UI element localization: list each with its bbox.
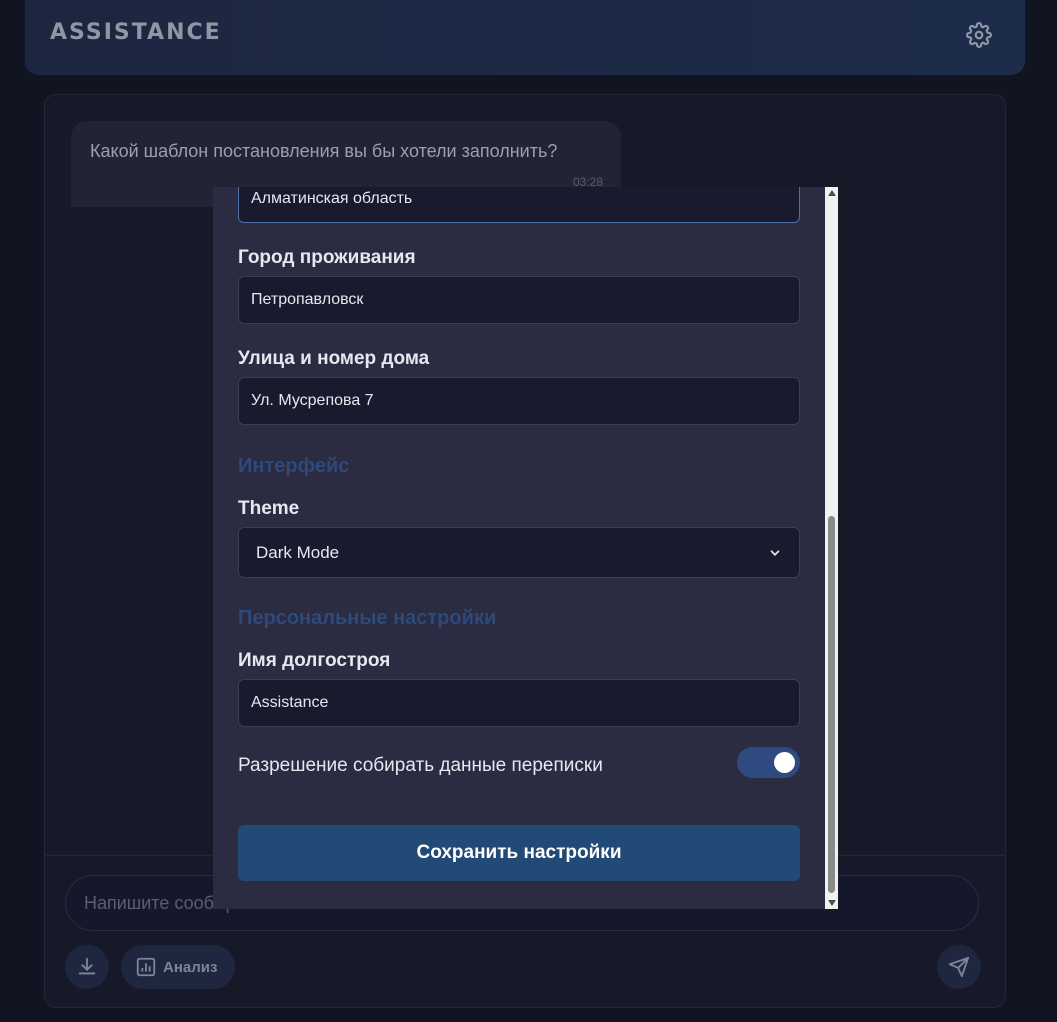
save-settings-button[interactable]: Сохранить настройки — [238, 825, 800, 881]
analysis-label: Анализ — [163, 958, 218, 976]
theme-select[interactable]: Dark Mode — [238, 527, 800, 578]
message-text: Какой шаблон постановления вы бы хотели … — [90, 141, 558, 161]
download-button[interactable] — [65, 945, 109, 989]
consent-label: Разрешение собирать данные переписки — [238, 755, 603, 776]
send-icon — [948, 956, 970, 978]
scroll-thumb[interactable] — [828, 516, 835, 893]
scroll-down-arrow[interactable] — [828, 900, 836, 906]
city-input[interactable] — [238, 276, 800, 324]
theme-value: Dark Mode — [256, 542, 340, 562]
gear-icon — [966, 22, 992, 48]
chevron-down-icon — [770, 549, 780, 556]
interface-section-title: Интерфейс — [238, 455, 350, 477]
city-label: Город проживания — [238, 247, 416, 268]
scroll-up-arrow[interactable] — [828, 190, 836, 196]
name-input[interactable] — [238, 679, 800, 727]
street-input[interactable] — [238, 377, 800, 425]
send-button[interactable] — [937, 945, 981, 989]
chart-icon — [136, 957, 156, 977]
app-title: ASSISTANCE — [50, 20, 222, 45]
analysis-button[interactable]: Анализ — [121, 945, 235, 989]
settings-form[interactable]: Город проживания Улица и номер дома Инте… — [213, 187, 825, 909]
download-icon — [78, 957, 96, 975]
street-label: Улица и номер дома — [238, 348, 430, 369]
personal-section-title: Персональные настройки — [238, 607, 497, 629]
name-label: Имя долгостроя — [238, 650, 391, 671]
consent-toggle[interactable] — [737, 747, 800, 778]
modal-scrollbar[interactable] — [825, 187, 838, 909]
settings-modal: Город проживания Улица и номер дома Инте… — [213, 187, 838, 909]
toggle-knob — [774, 752, 795, 773]
theme-label: Theme — [238, 498, 300, 519]
app-header: ASSISTANCE — [25, 0, 1025, 75]
settings-button[interactable] — [965, 21, 993, 49]
region-input[interactable] — [238, 187, 800, 223]
